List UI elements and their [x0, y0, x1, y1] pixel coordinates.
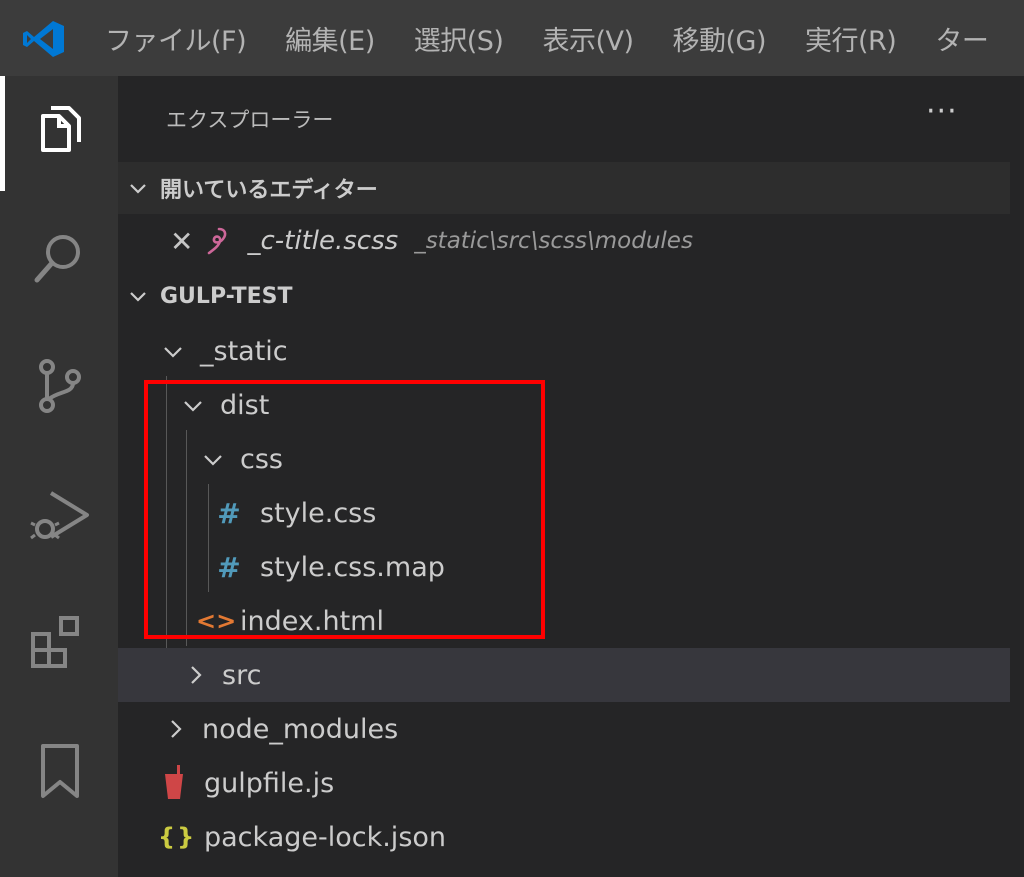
vscode-logo-icon[interactable]: [22, 19, 66, 59]
extensions-icon[interactable]: [29, 612, 91, 674]
open-editor-path: _static\src\scss\modules: [414, 228, 693, 254]
chevron-right-icon: [191, 666, 202, 684]
bookmark-icon[interactable]: [29, 740, 91, 802]
activity-active-indicator: [0, 76, 5, 191]
tree-item-label: node_modules: [202, 713, 399, 745]
tree-file-gulpfile[interactable]: gulpfile.js: [118, 756, 1010, 810]
tree-folder-static[interactable]: _static: [118, 324, 1010, 378]
chevron-down-icon: [130, 292, 146, 302]
run-debug-icon[interactable]: [29, 485, 91, 547]
chevron-right-icon: [171, 720, 182, 738]
tree-item-label: package-lock.json: [204, 821, 447, 853]
source-control-icon[interactable]: [29, 355, 91, 417]
tree-folder-src[interactable]: src: [118, 648, 1010, 702]
menu-selection[interactable]: 選択(S): [414, 19, 504, 58]
open-editors-label: 開いているエディター: [160, 178, 378, 203]
open-editors-header[interactable]: 開いているエディター: [118, 162, 1010, 214]
menu-terminal[interactable]: ター: [935, 19, 989, 58]
explorer-icon[interactable]: [29, 102, 91, 164]
open-editor-item[interactable]: ✕ _c-title.scss _static\src\scss\modules: [118, 214, 1010, 268]
tree-item-label: src: [222, 659, 262, 691]
json-file-icon: {}: [158, 823, 197, 851]
tree-item-label: gulpfile.js: [204, 767, 335, 799]
sidebar-edge: [1010, 76, 1024, 877]
workspace-label: GULP-TEST: [160, 283, 293, 309]
workspace-header[interactable]: GULP-TEST: [118, 270, 1010, 322]
tree-file-package-lock[interactable]: {} package-lock.json: [118, 810, 1010, 864]
tree-folder-node-modules[interactable]: node_modules: [118, 702, 1010, 756]
tree-item-label: _static: [200, 335, 288, 367]
highlight-box: [144, 380, 545, 639]
menu-run[interactable]: 実行(R): [805, 19, 897, 58]
menu-view[interactable]: 表示(V): [542, 19, 634, 58]
gulp-file-icon: [165, 765, 183, 799]
search-icon[interactable]: [29, 228, 91, 290]
sass-file-icon: [208, 227, 227, 255]
menu-bar: ファイル(F) 編集(E) 選択(S) 表示(V) 移動(G) 実行(R) ター: [0, 0, 1024, 76]
menu-edit[interactable]: 編集(E): [285, 19, 375, 58]
chevron-down-icon: [164, 347, 182, 358]
explorer-header: エクスプローラー ···: [118, 76, 1024, 160]
close-icon[interactable]: ✕: [170, 225, 193, 258]
more-actions-button[interactable]: ···: [926, 94, 958, 129]
explorer-title: エクスプローラー: [166, 108, 334, 132]
chevron-down-icon: [130, 184, 146, 194]
menu-file[interactable]: ファイル(F): [105, 19, 247, 58]
menu-go[interactable]: 移動(G): [673, 19, 767, 58]
open-editor-filename: _c-title.scss: [247, 226, 399, 256]
